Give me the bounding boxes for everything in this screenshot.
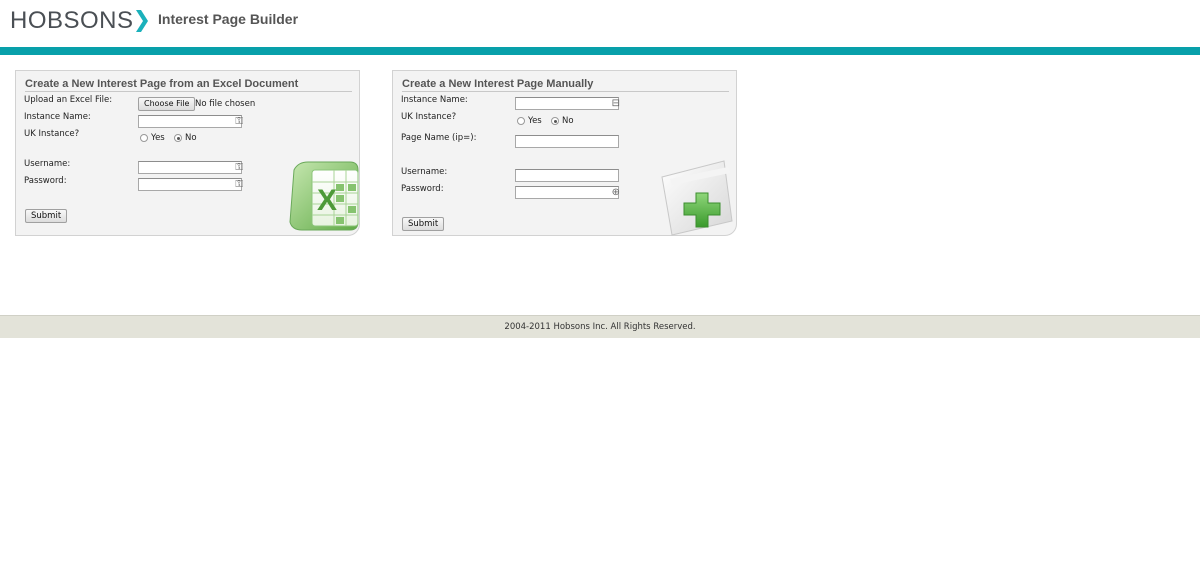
password-label: Password:	[24, 176, 67, 186]
radio-circle-selected	[174, 134, 182, 142]
autofill-key-icon: ⚿	[235, 162, 243, 173]
radio-circle	[140, 134, 148, 142]
excel-submit-button[interactable]: Submit	[25, 209, 68, 223]
username-field[interactable]	[515, 169, 619, 182]
autofill-key-icon: ⚿	[235, 179, 243, 190]
instance-name-field[interactable]: ⊟	[515, 97, 620, 110]
uk-yes-label: Yes	[151, 133, 165, 143]
excel-spreadsheet-icon: X	[289, 161, 359, 231]
instance-name-label: Instance Name:	[401, 95, 468, 105]
excel-panel-title: Create a New Interest Page from an Excel…	[25, 79, 352, 92]
excel-upload-panel: Create a New Interest Page from an Excel…	[15, 70, 360, 236]
radio-circle-selected	[551, 117, 559, 125]
app-title: Interest Page Builder	[158, 11, 299, 27]
hobsons-logo[interactable]: HOBSONS	[10, 8, 149, 34]
instance-name-label: Instance Name:	[24, 112, 91, 122]
header: HOBSONS Interest Page Builder	[0, 0, 1200, 47]
manual-submit-button[interactable]: Submit	[402, 217, 445, 231]
uk-no-radio[interactable]: No	[174, 133, 197, 143]
uk-yes-radio[interactable]: Yes	[517, 116, 542, 126]
uk-yes-radio[interactable]: Yes	[140, 133, 165, 143]
username-label: Username:	[401, 167, 448, 177]
footer: 2004-2011 Hobsons Inc. All Rights Reserv…	[0, 315, 1200, 338]
logo-text: HOBSONS	[10, 7, 134, 34]
uk-yes-label: Yes	[528, 116, 542, 126]
radio-circle	[517, 117, 525, 125]
uk-instance-label: UK Instance?	[401, 112, 457, 122]
uk-instance-label: UK Instance?	[24, 129, 80, 139]
uk-no-label: No	[185, 133, 197, 143]
manual-panel-title: Create a New Interest Page Manually	[402, 79, 729, 92]
password-manager-icon: ⊟	[611, 98, 620, 109]
username-field[interactable]: ⚿	[138, 161, 243, 174]
uk-no-label: No	[562, 116, 574, 126]
header-accent-bar	[0, 47, 1200, 55]
page-name-label: Page Name (ip=):	[401, 133, 477, 143]
page-name-field[interactable]	[515, 135, 619, 148]
password-field[interactable]: ⚿	[138, 178, 243, 191]
username-label: Username:	[24, 159, 71, 169]
password-reveal-icon: ⊕	[611, 187, 620, 198]
instance-name-field[interactable]: ⚿	[138, 115, 243, 128]
choose-file-button[interactable]: Choose File	[138, 97, 196, 111]
copyright-text: 2004-2011 Hobsons Inc. All Rights Reserv…	[504, 322, 696, 332]
svg-text:X: X	[317, 184, 337, 217]
password-label: Password:	[401, 184, 444, 194]
file-status-text: No file chosen	[195, 99, 256, 109]
password-field[interactable]: ⊕	[515, 186, 620, 199]
uk-no-radio[interactable]: No	[551, 116, 574, 126]
logo-chevron-icon	[135, 10, 148, 32]
add-page-plus-icon	[661, 160, 733, 236]
manual-create-panel: Create a New Interest Page Manually Inst…	[392, 70, 737, 236]
upload-excel-label: Upload an Excel File:	[24, 95, 113, 105]
autofill-key-icon: ⚿	[235, 116, 243, 127]
